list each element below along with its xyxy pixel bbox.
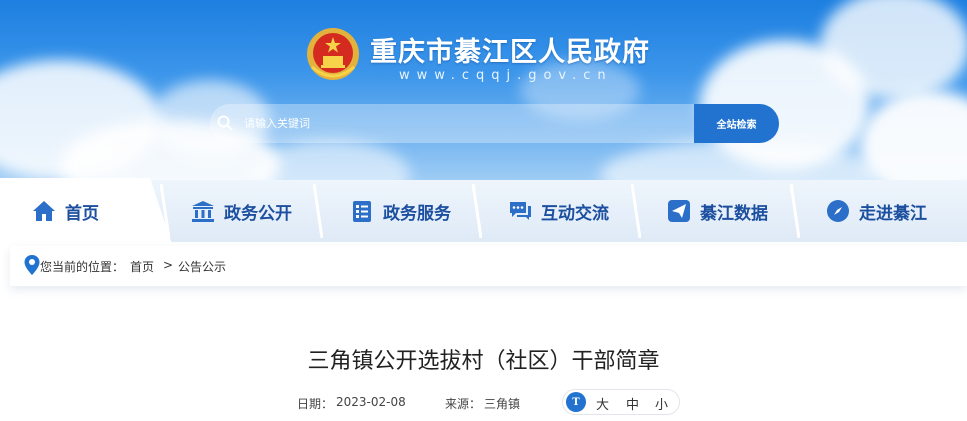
home-icon — [33, 201, 55, 221]
nav-item-interaction[interactable]: 互动交流 — [508, 180, 609, 242]
nav-item-about-qijiang[interactable]: 走进綦江 — [826, 180, 927, 242]
nav-item-label: 首页 — [65, 203, 99, 224]
source-value: 三角镇 — [484, 397, 521, 411]
compass-icon — [827, 200, 849, 222]
search-input[interactable] — [244, 110, 684, 137]
search-button[interactable]: 全站检索 — [694, 104, 779, 143]
nav-divider — [160, 184, 170, 238]
site-header — [0, 0, 967, 190]
service-list-icon — [353, 201, 371, 222]
government-building-icon — [192, 201, 214, 222]
chat-bubble-icon — [510, 202, 531, 220]
nav-item-label: 走进綦江 — [859, 203, 927, 224]
date-label: 日期： — [297, 397, 334, 411]
location-pin-icon — [24, 255, 40, 275]
nav-item-qijiang-data[interactable]: 綦江数据 — [667, 180, 768, 242]
nav-divider — [790, 184, 800, 238]
font-size-small-button[interactable]: 小 — [655, 394, 668, 413]
breadcrumb-prefix: 您当前的位置： — [40, 260, 125, 274]
publish-date: 2023-02-08 — [336, 395, 406, 409]
nav-item-label: 政务服务 — [383, 203, 451, 224]
breadcrumb: 您当前的位置： 首页 > 公告公示 — [10, 246, 967, 286]
breadcrumb-link-home[interactable]: 首页 — [130, 258, 154, 275]
breadcrumb-link-announcements[interactable]: 公告公示 — [178, 258, 226, 275]
national-emblem-icon — [307, 28, 359, 80]
nav-divider — [631, 184, 641, 238]
send-plane-icon — [668, 200, 690, 222]
font-size-large-button[interactable]: 大 — [596, 394, 609, 413]
nav-item-government-services[interactable]: 政务服务 — [350, 180, 451, 242]
site-title: 重庆市綦江区人民政府 — [370, 37, 650, 68]
nav-item-label: 政务公开 — [224, 203, 292, 224]
site-domain: www.cqqj.gov.cn — [399, 68, 613, 83]
source-label: 来源： — [445, 397, 482, 411]
nav-item-government-affairs[interactable]: 政务公开 — [191, 180, 292, 242]
nav-item-label: 綦江数据 — [700, 203, 768, 224]
nav-item-label: 互动交流 — [541, 203, 609, 224]
nav-divider — [472, 184, 482, 238]
nav-divider — [313, 184, 323, 238]
article-title: 三角镇公开选拔村（社区）干部简章 — [307, 349, 660, 374]
search-icon — [217, 115, 233, 131]
font-size-medium-button[interactable]: 中 — [626, 394, 639, 413]
font-size-icon: T — [566, 392, 586, 412]
breadcrumb-separator: > — [163, 258, 174, 272]
nav-item-home[interactable]: 首页 — [32, 180, 99, 242]
